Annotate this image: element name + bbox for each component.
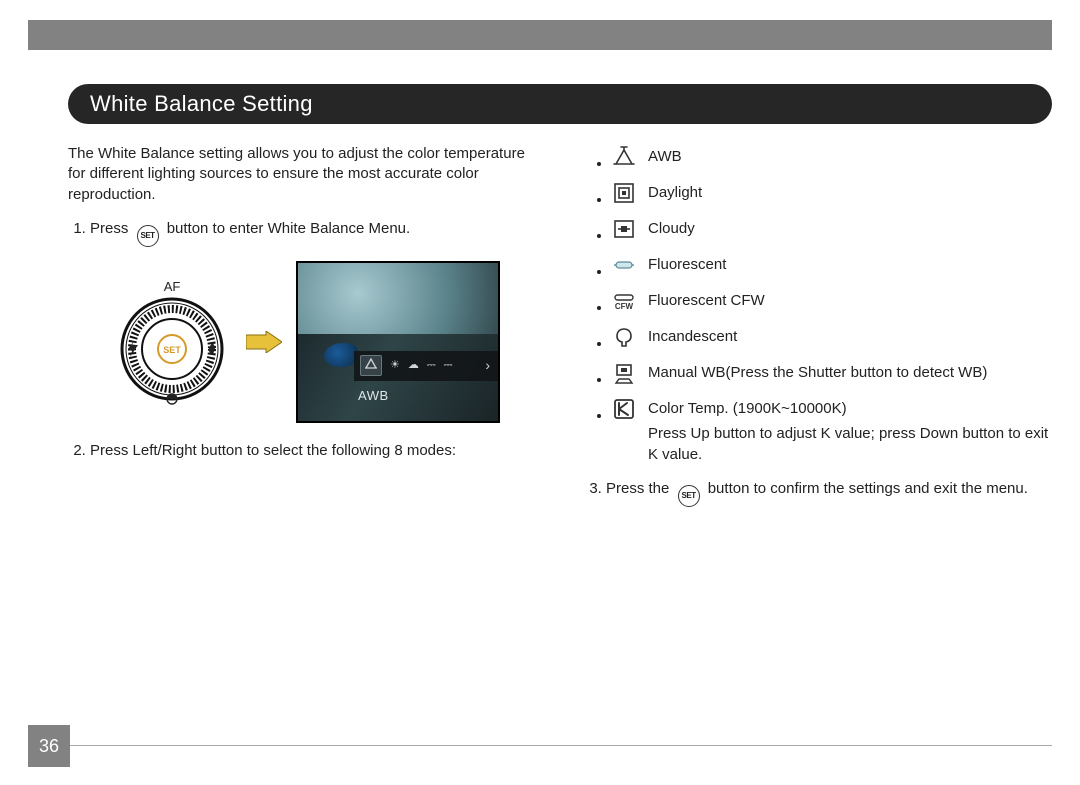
left-column: The White Balance setting allows you to … xyxy=(68,138,560,705)
step-1: Press SET button to enter White Balance … xyxy=(90,219,536,423)
header-bar xyxy=(28,20,1052,50)
list-item-manual-wb: Manual WB(Press the Shutter button to de… xyxy=(612,362,1052,384)
svg-text:CFW: CFW xyxy=(615,302,634,311)
mode-label: Incandescent xyxy=(648,326,1052,347)
right-column: AWB Daylight Cloudy Fluorescent xyxy=(560,138,1052,705)
list-item-awb: AWB xyxy=(612,146,1052,168)
mode-label: Color Temp. (1900K~10000K) Press Up butt… xyxy=(648,398,1052,465)
incandescent-icon xyxy=(612,326,636,348)
wb-strip-cloud-icon: ☁ xyxy=(408,358,419,373)
page-number: 36 xyxy=(28,725,70,767)
figure: AF xyxy=(112,261,536,423)
wb-strip-fl2-icon: ⎓ xyxy=(444,358,453,373)
cloudy-icon xyxy=(612,218,636,240)
step-2-text: Press Left/Right button to select the fo… xyxy=(90,442,456,459)
dial-af-label: AF xyxy=(164,279,181,294)
arrow-right-icon xyxy=(246,331,282,353)
daylight-icon xyxy=(612,182,636,204)
mode-label: Daylight xyxy=(648,182,1052,203)
steps-list-left: Press SET button to enter White Balance … xyxy=(90,219,536,461)
mode-label: AWB xyxy=(648,146,1052,167)
mode-label: Cloudy xyxy=(648,218,1052,239)
lcd-mode-label: AWB xyxy=(358,387,389,405)
color-temp-label: Color Temp. (1900K~10000K) xyxy=(648,400,847,417)
step-3-text-b: button to confirm the settings and exit … xyxy=(708,480,1028,497)
wb-strip-fl-icon: ⎓ xyxy=(427,358,436,373)
list-item-daylight: Daylight xyxy=(612,182,1052,204)
content-area: The White Balance setting allows you to … xyxy=(68,138,1052,705)
section-heading: White Balance Setting xyxy=(68,84,1052,124)
step-1-text-a: Press xyxy=(90,220,128,237)
manual-wb-icon xyxy=(612,362,636,384)
wb-strip-sun-icon: ☀ xyxy=(390,358,400,373)
fluorescent-icon xyxy=(612,254,636,276)
page-number-text: 36 xyxy=(39,736,59,757)
list-item-fluorescent: Fluorescent xyxy=(612,254,1052,276)
list-item-color-temp: Color Temp. (1900K~10000K) Press Up butt… xyxy=(612,398,1052,465)
step-3-text-a: Press the xyxy=(606,480,669,497)
wb-strip-awb-icon xyxy=(360,355,382,376)
dial-set-label: SET xyxy=(163,345,181,355)
color-temp-sub: Press Up button to adjust K value; press… xyxy=(648,423,1052,465)
mode-label: Manual WB(Press the Shutter button to de… xyxy=(648,362,1052,383)
mode-label: Fluorescent CFW xyxy=(648,290,1052,311)
step-2: Press Left/Right button to select the fo… xyxy=(90,441,536,461)
intro-paragraph: The White Balance setting allows you to … xyxy=(68,144,536,205)
camera-lcd-preview: ☀ ☁ ⎓ ⎓ › AWB xyxy=(296,261,500,423)
chevron-right-icon: › xyxy=(485,356,490,375)
list-item-fluorescent-cfw: CFW Fluorescent CFW xyxy=(612,290,1052,312)
wb-mode-strip: ☀ ☁ ⎓ ⎓ › xyxy=(354,351,498,381)
color-temp-icon xyxy=(612,398,636,420)
footer-rule xyxy=(70,745,1052,746)
awb-icon xyxy=(612,146,636,168)
list-item-cloudy: Cloudy xyxy=(612,218,1052,240)
step-1-text-b: button to enter White Balance Menu. xyxy=(167,220,410,237)
control-dial-illustration: AF xyxy=(112,277,232,407)
list-item-incandescent: Incandescent xyxy=(612,326,1052,348)
heading-text: White Balance Setting xyxy=(90,91,313,117)
bird-subject xyxy=(324,343,358,367)
mode-label: Fluorescent xyxy=(648,254,1052,275)
wb-modes-list: AWB Daylight Cloudy Fluorescent xyxy=(612,146,1052,465)
step-3: Press the SET button to confirm the sett… xyxy=(606,479,1052,507)
set-button-icon: SET xyxy=(678,485,700,507)
fluorescent-cfw-icon: CFW xyxy=(612,290,636,312)
set-button-icon: SET xyxy=(137,225,159,247)
steps-list-right: Press the SET button to confirm the sett… xyxy=(606,479,1052,507)
